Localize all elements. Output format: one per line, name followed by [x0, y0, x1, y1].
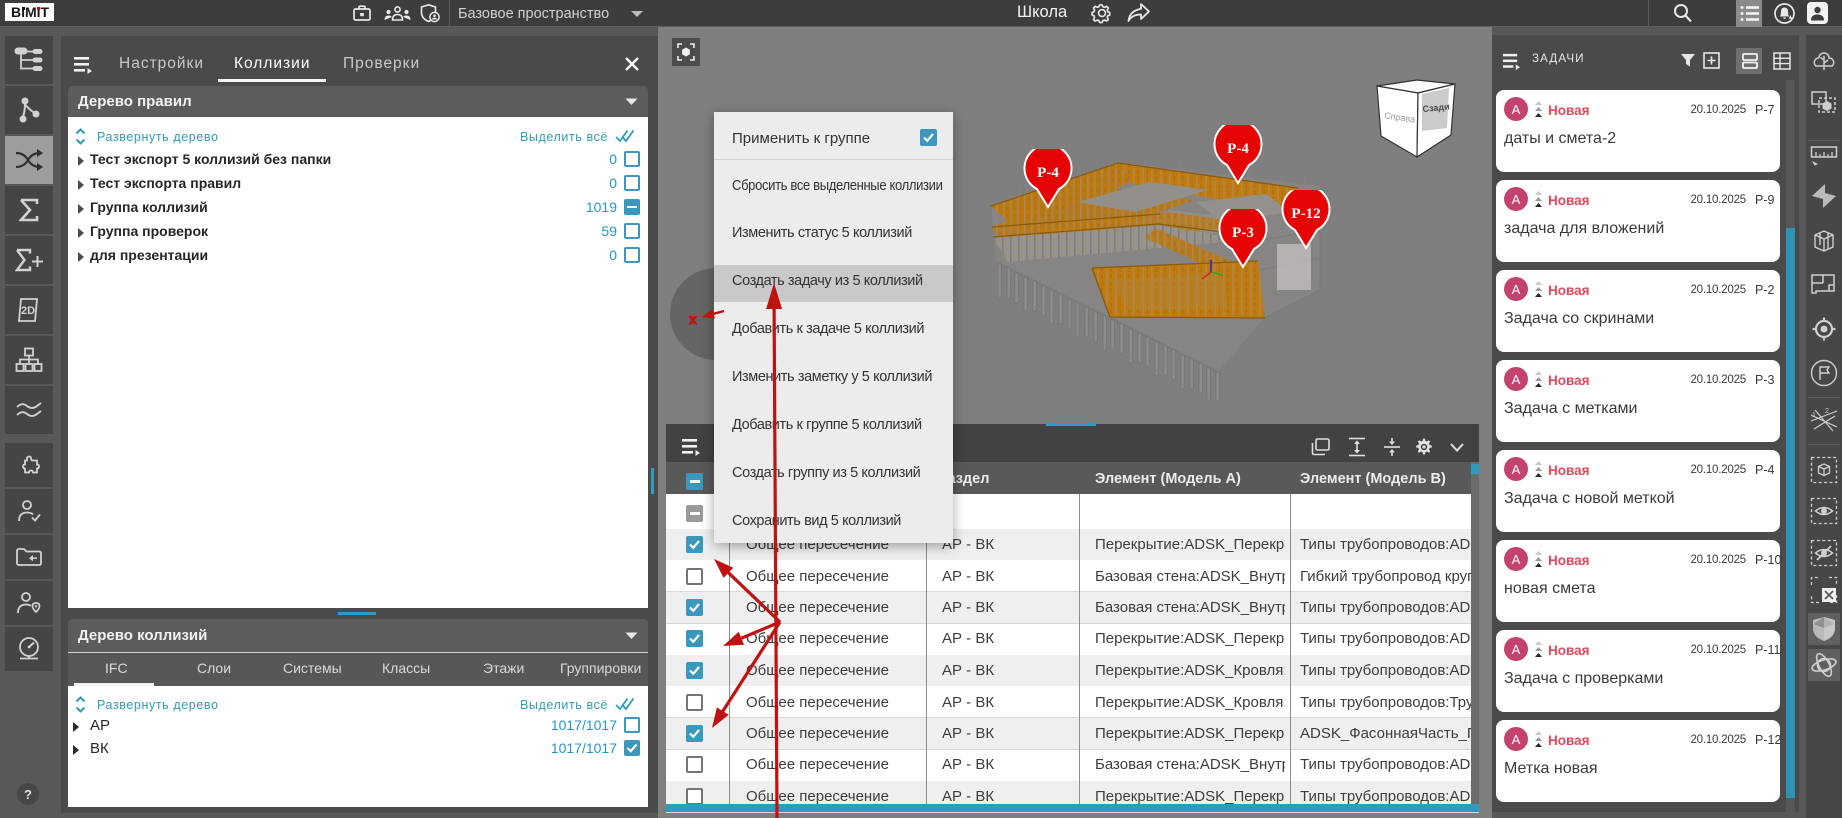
svg-text:Р-3: Р-3	[1232, 225, 1254, 241]
svg-text:1: 1	[1812, 412, 1816, 419]
svg-text:Р-12: Р-12	[1291, 206, 1320, 222]
svg-text:Р-4: Р-4	[1037, 165, 1059, 181]
svg-text:2D: 2D	[21, 305, 35, 317]
svg-text:Р-4: Р-4	[1227, 141, 1249, 157]
svg-text:2: 2	[1825, 408, 1829, 415]
